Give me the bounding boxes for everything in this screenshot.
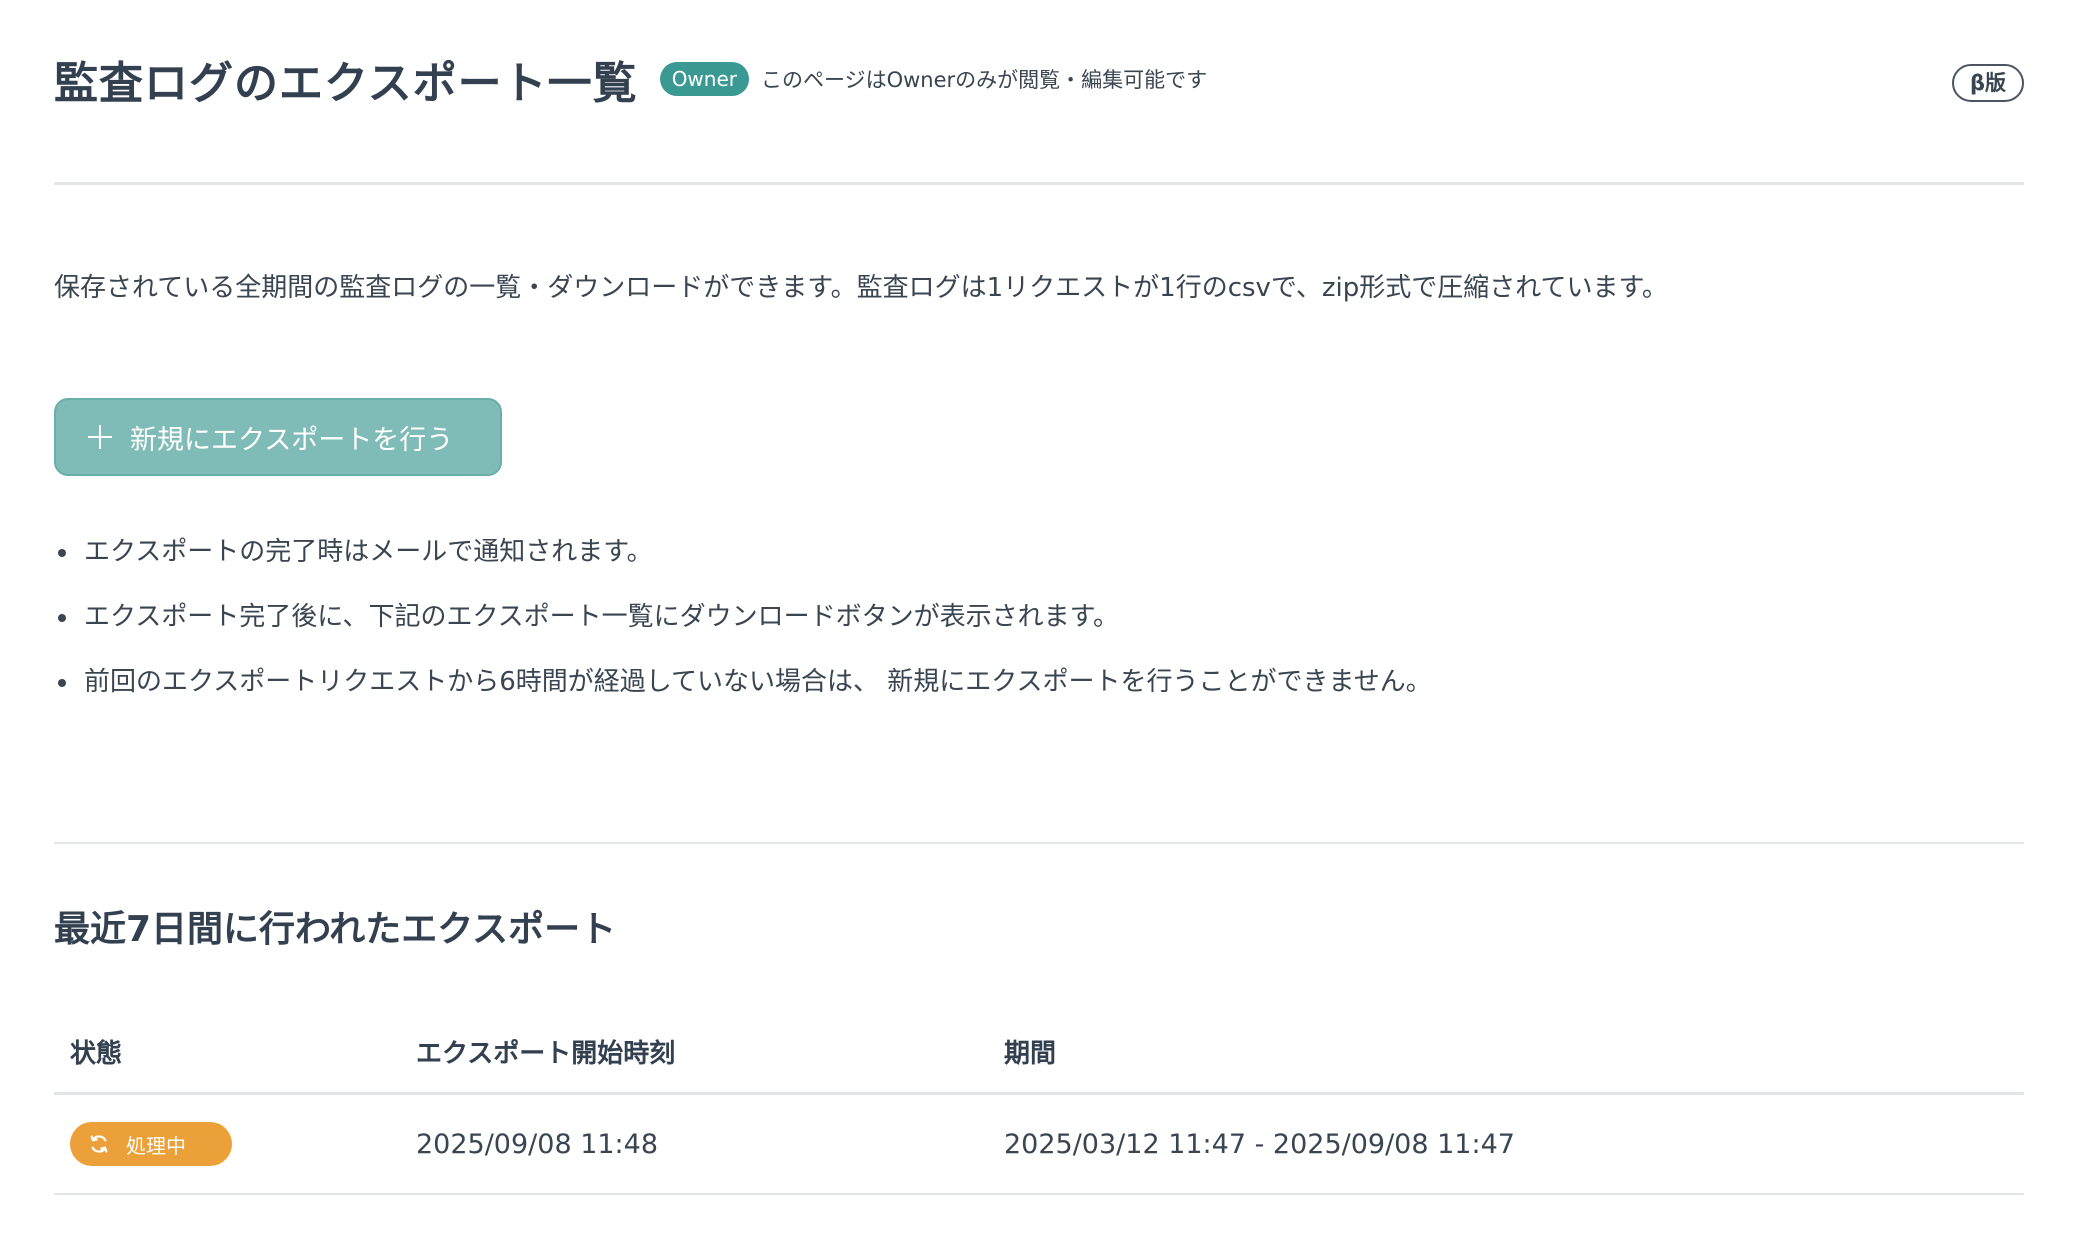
- start-time-cell: 2025/09/08 11:48: [416, 1128, 659, 1160]
- table-row: 処理中 2025/09/08 11:48 2025/03/12 11:47 - …: [54, 1095, 2024, 1195]
- recent-exports-table: 状態 エクスポート開始時刻 期間 処理中 2025/09/08 11:48 20…: [54, 1010, 2024, 1195]
- status-badge: 処理中: [70, 1122, 232, 1166]
- recent-exports-title: 最近7日間に行われたエクスポート: [54, 909, 617, 950]
- list-item: 前回のエクスポートリクエストから6時間が経過していない場合は、 新規にエクスポー…: [54, 662, 1432, 702]
- page-header: 監査ログのエクスポート一覧 Owner このページはOwnerのみが閲覧・編集可…: [54, 44, 2024, 114]
- column-header-period: 期間: [1004, 1038, 1057, 1069]
- table-header: 状態 エクスポート開始時刻 期間: [54, 1010, 2024, 1095]
- permission-note: このページはOwnerのみが閲覧・編集可能です: [761, 68, 1208, 92]
- column-header-start-time: エクスポート開始時刻: [416, 1038, 676, 1069]
- status-cell: 処理中: [54, 1122, 416, 1166]
- page-description: 保存されている全期間の監査ログの一覧・ダウンロードができます。監査ログは1リクエ…: [54, 273, 1668, 303]
- export-notes-list: エクスポートの完了時はメールで通知されます。 エクスポート完了後に、下記のエクス…: [54, 532, 1432, 727]
- audit-log-export-page: 監査ログのエクスポート一覧 Owner このページはOwnerのみが閲覧・編集可…: [0, 0, 2078, 1260]
- beta-badge: β版: [1951, 64, 2024, 102]
- new-export-button[interactable]: 新規にエクスポートを行う: [54, 398, 502, 476]
- list-item: エクスポートの完了時はメールで通知されます。: [54, 532, 1432, 572]
- status-label: 処理中: [126, 1133, 186, 1158]
- refresh-icon: [90, 1135, 108, 1153]
- column-header-status: 状態: [70, 1038, 123, 1069]
- owner-role-badge: Owner: [659, 62, 749, 96]
- header-divider: [54, 182, 2024, 185]
- section-divider: [54, 842, 2024, 844]
- new-export-button-label: 新規にエクスポートを行う: [130, 424, 454, 456]
- page-title: 監査ログのエクスポート一覧: [54, 58, 638, 109]
- period-cell: 2025/03/12 11:47 - 2025/09/08 11:47: [1004, 1128, 1515, 1160]
- list-item: エクスポート完了後に、下記のエクスポート一覧にダウンロードボタンが表示されます。: [54, 597, 1432, 637]
- plus-icon: [88, 425, 112, 449]
